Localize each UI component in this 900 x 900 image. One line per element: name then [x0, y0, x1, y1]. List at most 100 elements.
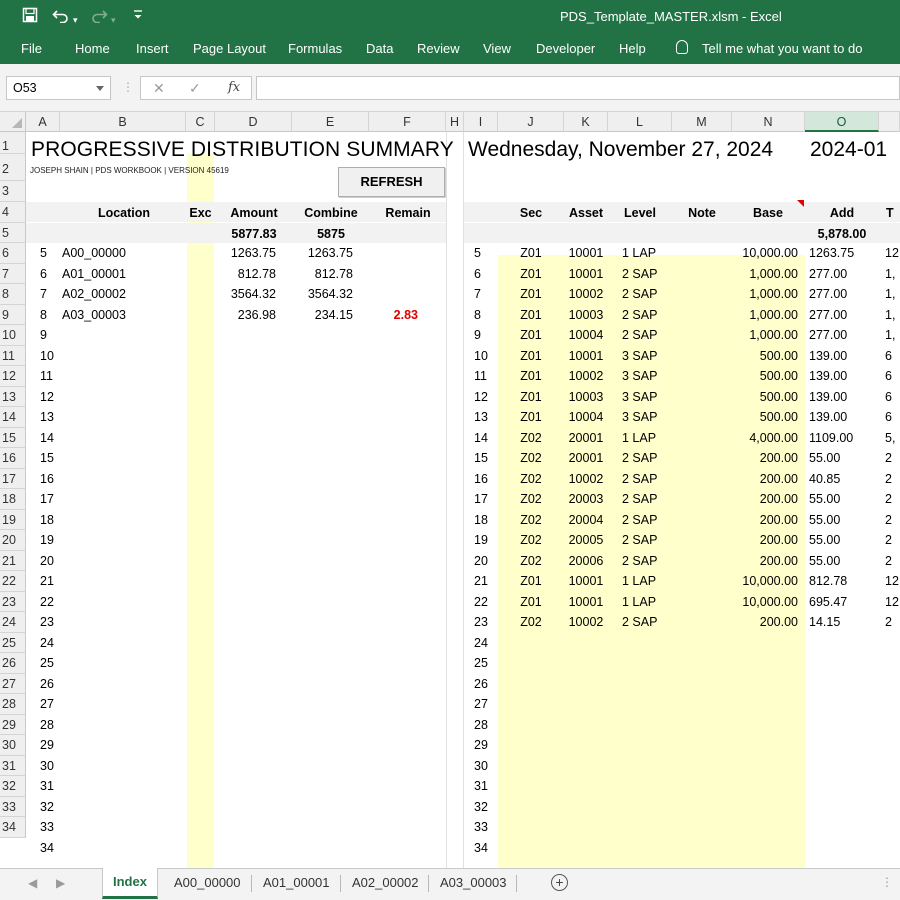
redo-dropdown-icon[interactable]: ▾: [111, 10, 116, 30]
column-header-l[interactable]: L: [608, 112, 672, 132]
row-header[interactable]: 22: [0, 571, 26, 592]
row-header[interactable]: 29: [0, 714, 26, 735]
column-header-n[interactable]: N: [732, 112, 805, 132]
column-header-c[interactable]: C: [186, 112, 215, 132]
sec-cell: Z01: [520, 348, 542, 363]
row-header[interactable]: 21: [0, 550, 26, 571]
row-header[interactable]: 6: [0, 243, 26, 264]
tab-help[interactable]: Help: [619, 41, 646, 56]
row-header[interactable]: 17: [0, 468, 26, 489]
row-header[interactable]: 9: [0, 304, 26, 325]
undo-icon[interactable]: [52, 7, 70, 29]
level-cell: 2 SAP: [622, 533, 658, 547]
asset-cell: 20004: [568, 512, 604, 527]
row-header[interactable]: 2: [0, 154, 26, 181]
sheet-tab-a03[interactable]: A03_00003: [430, 869, 517, 897]
name-box[interactable]: O53: [6, 76, 111, 100]
prev-sheet-icon[interactable]: ◀: [28, 876, 37, 890]
tab-page-layout[interactable]: Page Layout: [193, 41, 266, 56]
row-header[interactable]: 11: [0, 345, 26, 366]
column-header-a[interactable]: A: [26, 112, 60, 132]
sheet-tab-a02[interactable]: A02_00002: [342, 869, 429, 897]
row-index: 23: [40, 615, 54, 629]
tab-review[interactable]: Review: [417, 41, 460, 56]
sheet-tab-index[interactable]: Index: [102, 868, 158, 899]
clipped-cell: 2: [885, 492, 892, 506]
add-sheet-icon[interactable]: +: [551, 874, 568, 891]
asset-cell: 10004: [568, 410, 604, 424]
row-header[interactable]: 32: [0, 776, 26, 797]
formula-input[interactable]: [256, 76, 900, 100]
row-header[interactable]: 30: [0, 735, 26, 756]
row-header[interactable]: 25: [0, 632, 26, 653]
column-header-e[interactable]: E: [292, 112, 369, 132]
row-header[interactable]: 5: [0, 223, 26, 243]
clipped-cell: 1,: [885, 307, 896, 322]
row-header[interactable]: 24: [0, 612, 26, 633]
row-header[interactable]: 14: [0, 407, 26, 428]
tab-data[interactable]: Data: [366, 41, 393, 56]
enter-icon[interactable]: ✓: [189, 80, 201, 97]
row-header[interactable]: 12: [0, 366, 26, 387]
row-header[interactable]: 18: [0, 489, 26, 510]
row-header[interactable]: 31: [0, 755, 26, 776]
sheet-tab-a00[interactable]: A00_00000: [164, 869, 251, 897]
column-header-k[interactable]: K: [564, 112, 608, 132]
base-cell: 500.00: [759, 410, 798, 424]
row-header[interactable]: 13: [0, 386, 26, 407]
column-header-f[interactable]: F: [369, 112, 446, 132]
cancel-icon[interactable]: ✕: [153, 80, 165, 97]
column-header-b[interactable]: B: [60, 112, 186, 132]
row-header[interactable]: 33: [0, 796, 26, 817]
row-header[interactable]: 20: [0, 530, 26, 551]
row-index: 31: [40, 779, 54, 793]
asset-cell: 10002: [568, 615, 604, 629]
column-header-m[interactable]: M: [672, 112, 732, 132]
tab-home[interactable]: Home: [75, 41, 110, 56]
asset-cell: 10002: [568, 471, 604, 486]
column-header-i[interactable]: I: [464, 112, 498, 132]
column-header-o[interactable]: O: [805, 112, 879, 132]
row-header[interactable]: 10: [0, 325, 26, 346]
tab-file[interactable]: File: [21, 41, 42, 56]
select-all-corner[interactable]: [0, 112, 26, 132]
tab-developer[interactable]: Developer: [536, 41, 595, 56]
sec-cell: Z01: [520, 594, 542, 609]
row-header[interactable]: 8: [0, 284, 26, 305]
tab-formulas[interactable]: Formulas: [288, 41, 342, 56]
row-header[interactable]: 3: [0, 181, 26, 202]
row-header[interactable]: 7: [0, 263, 26, 284]
refresh-button[interactable]: REFRESH: [338, 167, 445, 197]
row-index: 12: [40, 389, 54, 404]
row-header[interactable]: 23: [0, 591, 26, 612]
insert-function-icon[interactable]: fx: [228, 80, 240, 95]
row-header[interactable]: 34: [0, 817, 26, 838]
row-index: 6: [474, 266, 481, 281]
row-header[interactable]: 16: [0, 448, 26, 469]
row-header[interactable]: 19: [0, 509, 26, 530]
column-header-h[interactable]: H: [446, 112, 464, 132]
worksheet-grid[interactable]: ABCDEFHIJKLMNO 1 2 3 4 5 6 7 8 9 10 11 12 13 14 15 16 17…: [0, 112, 900, 868]
tab-insert[interactable]: Insert: [136, 41, 169, 56]
next-sheet-icon[interactable]: ▶: [56, 876, 65, 890]
sheet-tab-a01[interactable]: A01_00001: [253, 869, 340, 897]
column-header-next[interactable]: [879, 112, 900, 132]
row-header[interactable]: 28: [0, 694, 26, 715]
chevron-down-icon[interactable]: [96, 86, 104, 91]
redo-icon[interactable]: [90, 7, 108, 29]
name-box-value: O53: [13, 81, 37, 95]
customize-quick-access-icon[interactable]: [133, 9, 143, 29]
row-header[interactable]: 15: [0, 427, 26, 448]
save-icon[interactable]: [22, 7, 38, 29]
tell-me-search[interactable]: Tell me what you want to do: [702, 41, 862, 56]
row-header[interactable]: 26: [0, 653, 26, 674]
column-header-j[interactable]: J: [498, 112, 564, 132]
undo-dropdown-icon[interactable]: ▾: [73, 10, 78, 30]
row-header[interactable]: 4: [0, 202, 26, 223]
more-options-icon[interactable]: ⋮: [881, 875, 893, 889]
column-header-d[interactable]: D: [215, 112, 292, 132]
tab-view[interactable]: View: [483, 41, 511, 56]
header-exc: Exc: [189, 206, 212, 220]
row-header[interactable]: 1: [0, 132, 26, 154]
row-header[interactable]: 27: [0, 673, 26, 694]
